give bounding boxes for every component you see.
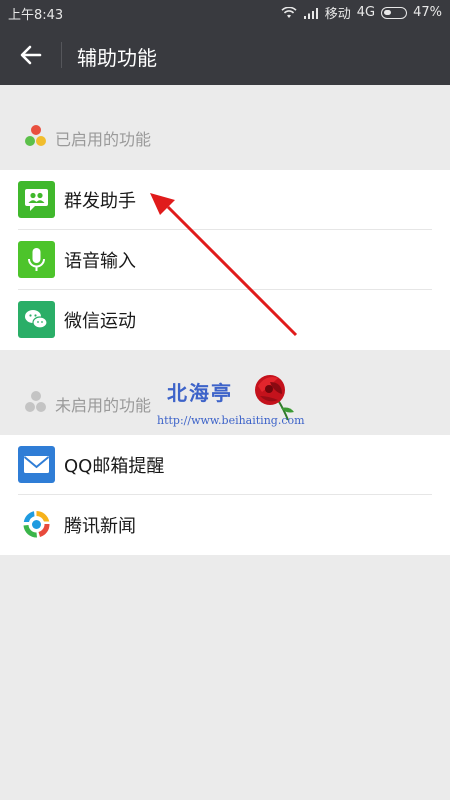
battery-icon <box>381 6 408 19</box>
watermark-url: http://www.beihaiting.com <box>157 414 305 427</box>
list-item-tencent-news[interactable]: 腾讯新闻 <box>0 495 450 555</box>
back-arrow-icon <box>20 45 42 65</box>
section-label-enabled: 已启用的功能 <box>55 130 152 149</box>
disabled-dots-icon <box>25 391 47 413</box>
network-label: 4G <box>356 5 376 20</box>
status-indicators: 移动 4G 47% <box>281 3 442 22</box>
enabled-dots-icon <box>25 125 47 147</box>
app-bar: 辅助功能 <box>0 24 450 85</box>
section-label-disabled: 未启用的功能 <box>55 396 152 415</box>
list-item-label: 群发助手 <box>64 191 136 212</box>
mass-message-icon <box>18 181 55 218</box>
list-item-mass-message[interactable]: 群发助手 <box>0 170 450 230</box>
list-item-wechat-sport[interactable]: 微信运动 <box>0 290 450 350</box>
list-item-voice-input[interactable]: 语音输入 <box>0 230 450 290</box>
list-item-label: 腾讯新闻 <box>64 516 136 537</box>
app-bar-divider <box>61 42 62 68</box>
list-item-label: QQ邮箱提醒 <box>64 456 165 477</box>
section-header-enabled: 已启用的功能 <box>0 96 450 176</box>
carrier-label: 移动 <box>324 7 351 22</box>
microphone-icon <box>18 241 55 278</box>
battery-percent: 47% <box>413 5 442 20</box>
watermark-name: 北海亭 <box>167 381 233 405</box>
list-item-label: 语音输入 <box>64 251 136 272</box>
signal-icon <box>303 7 318 19</box>
wechat-sport-icon <box>18 301 55 338</box>
list-item-label: 微信运动 <box>64 311 136 332</box>
status-bar: 上午8:43 移动 4G 47% <box>0 0 450 24</box>
status-time: 上午8:43 <box>8 8 64 23</box>
enabled-list: 群发助手 语音输入 微信运动 <box>0 170 450 350</box>
wifi-icon <box>281 6 297 18</box>
back-button[interactable] <box>14 38 48 72</box>
disabled-list: QQ邮箱提醒 腾讯新闻 <box>0 435 450 555</box>
mail-icon <box>18 446 55 483</box>
watermark: 北海亭 http://www.beihaiting.com <box>155 368 305 433</box>
tencent-news-icon <box>18 506 55 543</box>
list-item-qq-mail[interactable]: QQ邮箱提醒 <box>0 435 450 495</box>
page-title: 辅助功能 <box>77 46 157 70</box>
